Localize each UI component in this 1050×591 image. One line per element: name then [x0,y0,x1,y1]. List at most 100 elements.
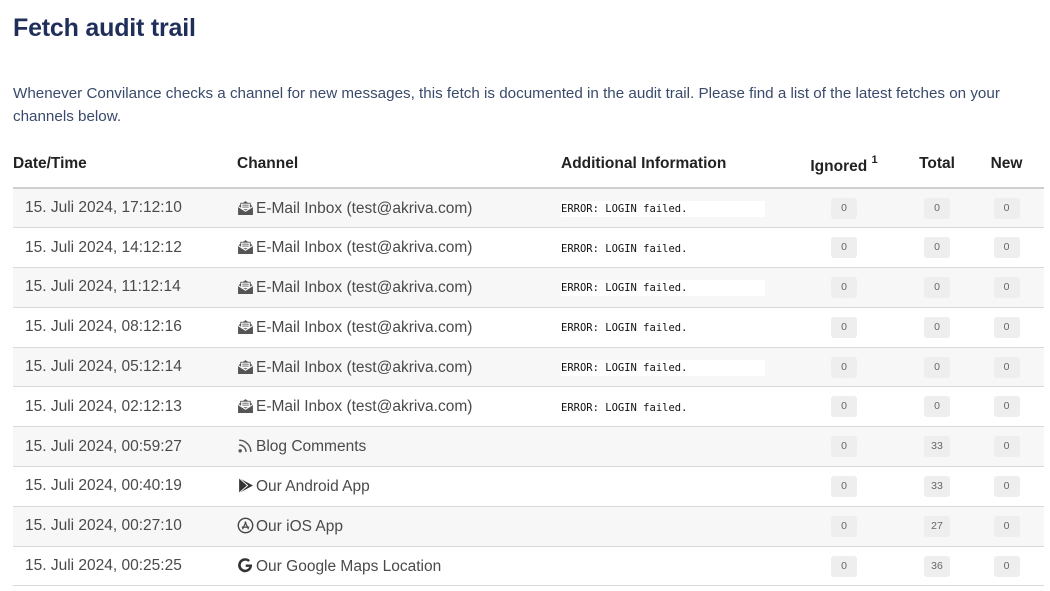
datetime-text: 15. Juli 2024, 14:12:12 [25,238,182,256]
new-cell: 0 [969,227,1044,269]
total-count-badge: 0 [924,197,950,219]
total-cell: 36 [905,546,969,587]
datetime-cell: 15. Juli 2024, 11:12:14 [13,267,237,308]
error-message: ERROR: LOGIN failed. [561,399,765,416]
channel-cell[interactable]: Blog Comments [237,426,561,468]
header-channel[interactable]: Channel [237,141,561,189]
table-row: 15. Juli 2024, 08:12:16 E-Mail Inbox (tes… [13,307,1044,348]
datetime-cell: 15. Juli 2024, 00:59:27 [13,426,237,468]
channel-name: E-Mail Inbox (test@akriva.com) [256,278,473,296]
datetime-cell: 15. Juli 2024, 02:12:13 [13,386,237,428]
total-cell: 0 [905,227,969,269]
info-cell: ERROR: LOGIN failed. [561,307,783,348]
error-message: ERROR: LOGIN failed. [561,360,765,377]
ignored-cell: 0 [783,347,905,388]
total-cell: 0 [905,307,969,348]
channel-cell[interactable]: E-Mail Inbox (test@akriva.com) [237,307,561,348]
ignored-cell: 0 [783,188,905,229]
new-count-badge: 0 [993,276,1020,298]
email-open-icon [237,278,254,295]
channel-name: E-Mail Inbox (test@akriva.com) [256,199,473,217]
datetime-text: 15. Juli 2024, 02:12:13 [25,397,182,415]
header-ignored[interactable]: Ignored 1 [783,141,905,189]
channel-cell[interactable]: Our Google Maps Location [237,546,561,587]
new-cell: 0 [969,386,1044,428]
ignored-cell: 0 [783,506,905,547]
ignored-count-badge: 0 [831,276,857,298]
channel-cell[interactable]: E-Mail Inbox (test@akriva.com) [237,188,561,229]
total-count-badge: 33 [924,475,950,497]
error-message: ERROR: LOGIN failed. [561,320,765,337]
datetime-cell: 15. Juli 2024, 00:27:10 [13,506,237,547]
new-count-badge: 0 [993,316,1020,338]
header-datetime[interactable]: Date/Time [13,141,237,189]
new-cell: 0 [969,426,1044,468]
datetime-cell: 15. Juli 2024, 14:12:12 [13,227,237,269]
datetime-text: 15. Juli 2024, 08:12:16 [25,318,182,336]
new-count-badge: 0 [993,436,1020,458]
header-datetime-label: Date/Time [13,155,87,172]
ignored-cell: 0 [783,426,905,468]
header-new[interactable]: New [969,141,1044,189]
new-cell: 0 [969,267,1044,308]
error-message: ERROR: LOGIN failed. [561,240,765,257]
channel-cell[interactable]: E-Mail Inbox (test@akriva.com) [237,347,561,388]
new-count-badge: 0 [993,396,1020,418]
new-cell: 0 [969,466,1044,507]
error-message: ERROR: LOGIN failed. [561,201,765,218]
ignored-count-badge: 0 [831,356,857,378]
header-total[interactable]: Total [905,141,969,189]
channel-cell[interactable]: E-Mail Inbox (test@akriva.com) [237,267,561,308]
google-play-icon [237,477,254,494]
datetime-text: 15. Juli 2024, 17:12:10 [25,199,182,217]
total-count-badge: 33 [924,436,950,458]
ignored-cell: 0 [783,227,905,269]
ignored-footnote-marker[interactable]: 1 [872,154,878,166]
rss-icon [237,437,254,454]
total-count-badge: 0 [924,396,950,418]
new-cell: 0 [969,506,1044,547]
channel-cell[interactable]: Our iOS App [237,506,561,547]
ignored-count-badge: 0 [831,316,857,338]
email-open-icon [237,397,254,414]
total-count-badge: 0 [924,276,950,298]
total-count-badge: 36 [924,555,950,577]
datetime-cell: 15. Juli 2024, 05:12:14 [13,347,237,388]
table-row: 15. Juli 2024, 02:12:13 E-Mail Inbox (tes… [13,386,1044,428]
channel-name: E-Mail Inbox (test@akriva.com) [256,239,473,257]
email-open-icon [237,238,254,255]
datetime-text: 15. Juli 2024, 00:25:25 [25,557,182,575]
total-count-badge: 0 [924,237,950,259]
new-count-badge: 0 [993,515,1020,537]
total-cell: 0 [905,386,969,428]
new-count-badge: 0 [993,475,1020,497]
info-cell [561,546,783,587]
datetime-text: 15. Juli 2024, 00:27:10 [25,517,182,535]
channel-name: E-Mail Inbox (test@akriva.com) [256,398,473,416]
email-open-icon [237,199,254,216]
error-message: ERROR: LOGIN failed. [561,280,765,297]
page-title: Fetch audit trail [13,14,196,42]
info-cell: ERROR: LOGIN failed. [561,267,783,308]
channel-name: E-Mail Inbox (test@akriva.com) [256,318,473,336]
table-row: 15. Juli 2024, 14:12:12 E-Mail Inbox (tes… [13,227,1044,269]
total-count-badge: 0 [924,316,950,338]
total-cell: 27 [905,506,969,547]
total-cell: 0 [905,347,969,388]
channel-cell[interactable]: E-Mail Inbox (test@akriva.com) [237,386,561,428]
channel-cell[interactable]: Our Android App [237,466,561,507]
info-cell: ERROR: LOGIN failed. [561,386,783,428]
table-row: 15. Juli 2024, 00:25:25 Our Google Maps L… [13,546,1044,587]
ignored-count-badge: 0 [831,396,857,418]
channel-cell[interactable]: E-Mail Inbox (test@akriva.com) [237,227,561,269]
app-store-icon [237,517,254,534]
datetime-text: 15. Juli 2024, 05:12:14 [25,358,182,376]
header-new-label: New [990,155,1023,172]
header-info: Additional Information [561,141,783,189]
datetime-cell: 15. Juli 2024, 08:12:16 [13,307,237,348]
datetime-cell: 15. Juli 2024, 00:25:25 [13,546,237,587]
ignored-count-badge: 0 [831,197,857,219]
ignored-count-badge: 0 [831,475,857,497]
ignored-cell: 0 [783,386,905,428]
datetime-text: 15. Juli 2024, 00:40:19 [25,477,182,495]
